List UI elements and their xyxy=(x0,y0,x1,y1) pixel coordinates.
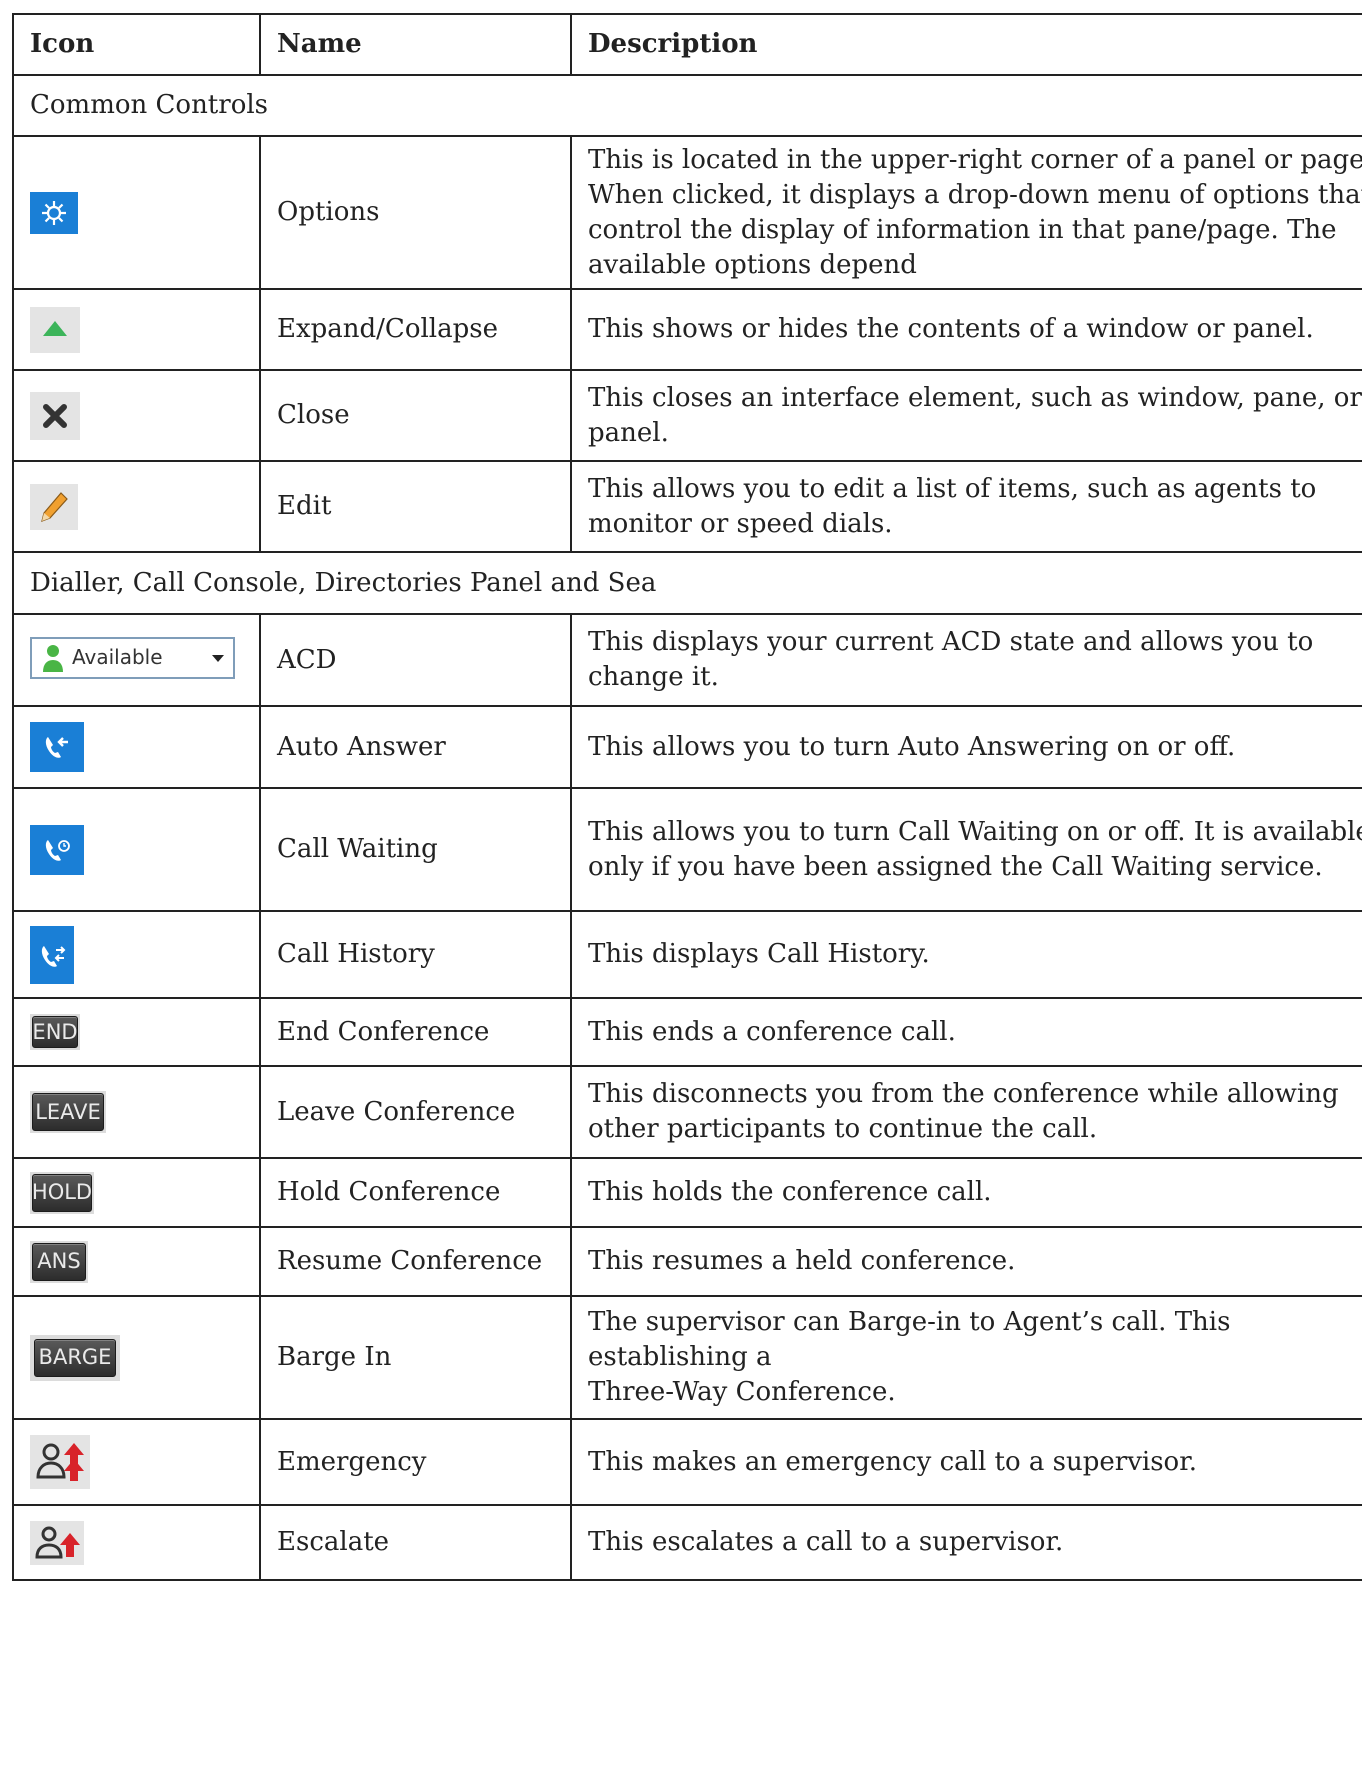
expand-collapse-icon xyxy=(30,306,80,353)
row-description: This escalates a call to a supervisor. xyxy=(570,1504,1362,1581)
table-row: Auto Answer This allows you to turn Auto… xyxy=(12,705,1362,789)
row-name: Escalate xyxy=(259,1504,572,1581)
header-icon: Icon xyxy=(12,13,261,76)
table-header-row: Icon Name Description xyxy=(12,13,1362,76)
close-icon xyxy=(30,391,80,440)
table-row: Close This closes an interface element, … xyxy=(12,369,1362,462)
table-row: Emergency This makes an emergency call t… xyxy=(12,1418,1362,1506)
icons-reference-table: Icon Name Description Common Controls Op… xyxy=(12,13,1362,1581)
auto-answer-icon xyxy=(30,722,84,772)
table-row: Escalate This escalates a call to a supe… xyxy=(12,1504,1362,1581)
row-description: This is located in the upper-right corne… xyxy=(570,135,1362,290)
table-row: LEAVE Leave Conference This disconnects … xyxy=(12,1065,1362,1159)
row-description: This allows you to edit a list of items,… xyxy=(570,460,1362,553)
section-row-dialler: Dialler, Call Console, Directories Panel… xyxy=(12,551,1362,615)
row-name: End Conference xyxy=(259,997,572,1067)
barge-button-icon-wrap: BARGE xyxy=(30,1334,120,1381)
icon-cell xyxy=(12,1504,261,1581)
icon-cell xyxy=(12,787,261,912)
emergency-icon xyxy=(30,1435,90,1489)
row-description: This closes an interface element, such a… xyxy=(570,369,1362,462)
icon-cell: BARGE xyxy=(12,1295,261,1420)
user-available-icon xyxy=(43,644,63,672)
chevron-down-icon xyxy=(212,654,224,662)
icon-cell xyxy=(12,1418,261,1506)
leave-button-icon-wrap: LEAVE xyxy=(30,1091,106,1133)
end-button-icon: END xyxy=(32,1016,78,1049)
section-row-common-controls: Common Controls xyxy=(12,74,1362,137)
leave-button-icon: LEAVE xyxy=(32,1093,104,1131)
icon-cell xyxy=(12,288,261,371)
icon-cell: HOLD xyxy=(12,1157,261,1228)
barge-button-icon: BARGE xyxy=(34,1338,116,1377)
row-description: This allows you to turn Auto Answering o… xyxy=(570,705,1362,789)
hold-button-icon: HOLD xyxy=(32,1173,92,1212)
table-row: Available ACD This displays your current… xyxy=(12,613,1362,707)
icon-cell: ANS xyxy=(12,1226,261,1297)
section-title: Dialler, Call Console, Directories Panel… xyxy=(12,551,1362,615)
row-description: The supervisor can Barge-in to Agent’s c… xyxy=(570,1295,1362,1420)
row-description: This holds the conference call. xyxy=(570,1157,1362,1228)
row-name: Barge In xyxy=(259,1295,572,1420)
icon-cell: END xyxy=(12,997,261,1067)
table-row: Edit This allows you to edit a list of i… xyxy=(12,460,1362,553)
table-row: BARGE Barge In The supervisor can Barge-… xyxy=(12,1295,1362,1420)
row-name: Options xyxy=(259,135,572,290)
row-name: Edit xyxy=(259,460,572,553)
table-row: HOLD Hold Conference This holds the conf… xyxy=(12,1157,1362,1228)
icon-cell xyxy=(12,369,261,462)
ans-button-icon: ANS xyxy=(32,1242,86,1281)
table-row: Expand/Collapse This shows or hides the … xyxy=(12,288,1362,371)
row-name: Leave Conference xyxy=(259,1065,572,1159)
icon-cell: Available xyxy=(12,613,261,707)
row-name: Resume Conference xyxy=(259,1226,572,1297)
call-history-icon xyxy=(30,925,74,984)
row-name: Hold Conference xyxy=(259,1157,572,1228)
row-description: This makes an emergency call to a superv… xyxy=(570,1418,1362,1506)
icon-cell xyxy=(12,910,261,999)
icon-cell: LEAVE xyxy=(12,1065,261,1159)
row-name: Auto Answer xyxy=(259,705,572,789)
row-name: Emergency xyxy=(259,1418,572,1506)
header-name: Name xyxy=(259,13,572,76)
acd-state-label: Available xyxy=(72,645,163,669)
row-description: This allows you to turn Call Waiting on … xyxy=(570,787,1362,912)
row-description: This resumes a held conference. xyxy=(570,1226,1362,1297)
row-description: This ends a conference call. xyxy=(570,997,1362,1067)
description-line: Three-Way Conference. xyxy=(588,1377,896,1407)
icon-cell xyxy=(12,460,261,553)
icon-cell xyxy=(12,705,261,789)
table-row: ANS Resume Conference This resumes a hel… xyxy=(12,1226,1362,1297)
gear-icon xyxy=(30,191,78,234)
row-name: Call Waiting xyxy=(259,787,572,912)
ans-button-icon-wrap: ANS xyxy=(30,1240,88,1283)
table-row: Call Waiting This allows you to turn Cal… xyxy=(12,787,1362,912)
pencil-icon xyxy=(30,483,78,530)
row-name: ACD xyxy=(259,613,572,707)
table-row: Options This is located in the upper-rig… xyxy=(12,135,1362,290)
acd-dropdown: Available xyxy=(30,636,235,679)
row-name: Expand/Collapse xyxy=(259,288,572,371)
description-line: The supervisor can Barge-in to Agent’s c… xyxy=(588,1307,1231,1372)
call-waiting-icon xyxy=(30,824,84,875)
hold-button-icon-wrap: HOLD xyxy=(30,1171,94,1214)
icon-cell xyxy=(12,135,261,290)
table-row: Call History This displays Call History. xyxy=(12,910,1362,999)
end-button-icon-wrap: END xyxy=(30,1014,80,1051)
row-description: This displays your current ACD state and… xyxy=(570,613,1362,707)
row-name: Call History xyxy=(259,910,572,999)
header-description: Description xyxy=(570,13,1362,76)
row-description: This shows or hides the contents of a wi… xyxy=(570,288,1362,371)
table-row: END End Conference This ends a conferenc… xyxy=(12,997,1362,1067)
row-description: This disconnects you from the conference… xyxy=(570,1065,1362,1159)
row-description: This displays Call History. xyxy=(570,910,1362,999)
section-title: Common Controls xyxy=(12,74,1362,137)
escalate-icon xyxy=(30,1520,84,1565)
row-name: Close xyxy=(259,369,572,462)
